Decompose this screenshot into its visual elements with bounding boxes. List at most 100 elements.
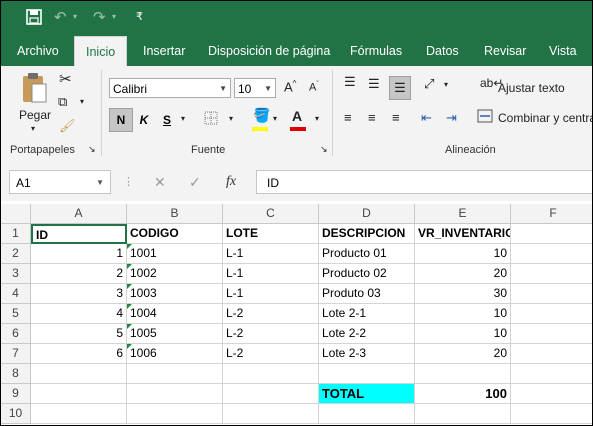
cell-f10[interactable] — [511, 404, 592, 424]
row-header[interactable]: 9 — [1, 384, 31, 404]
customize-toolbar-icon[interactable]: ₹ — [136, 10, 143, 23]
font-name-combo[interactable]: Calibri ▼ — [109, 78, 231, 98]
paste-dropdown-icon[interactable]: ▾ — [31, 124, 35, 133]
copy-icon[interactable]: ⧉ — [58, 94, 67, 110]
cell-b8[interactable] — [127, 364, 223, 384]
cell-a3[interactable]: 2 — [31, 264, 127, 284]
select-all-corner[interactable] — [1, 204, 31, 224]
underline-dropdown-icon[interactable]: ▾ — [181, 114, 185, 123]
cell-d8[interactable] — [319, 364, 415, 384]
decrease-indent-icon[interactable]: ⇤ — [421, 110, 432, 126]
undo-icon[interactable]: ↶ — [54, 8, 67, 26]
wrap-text-button[interactable]: Ajustar texto — [498, 81, 565, 95]
align-top-icon[interactable]: ☰ — [344, 74, 356, 90]
cell-b3[interactable]: 1002 — [127, 264, 223, 284]
cell-a9[interactable] — [31, 384, 127, 404]
tab-archivo[interactable]: Archivo — [17, 38, 59, 66]
cell-c3[interactable]: L-1 — [223, 264, 319, 284]
fill-color-dropdown-icon[interactable]: ▾ — [273, 114, 277, 123]
cell-a4[interactable]: 3 — [31, 284, 127, 304]
cell-e4[interactable]: 30 — [415, 284, 511, 304]
cell-c7[interactable]: L-2 — [223, 344, 319, 364]
cell-b9[interactable] — [127, 384, 223, 404]
cell-c1[interactable]: LOTE — [223, 224, 319, 244]
cell-e6[interactable]: 10 — [415, 324, 511, 344]
orientation-icon[interactable]: ⤢ — [424, 76, 434, 92]
cell-f7[interactable] — [511, 344, 592, 364]
tab-insertar[interactable]: Insertar — [143, 38, 185, 66]
cell-d10[interactable] — [319, 404, 415, 424]
cell-e8[interactable] — [415, 364, 511, 384]
cell-d6[interactable]: Lote 2-2 — [319, 324, 415, 344]
cell-c2[interactable]: L-1 — [223, 244, 319, 264]
paste-icon[interactable] — [21, 72, 49, 109]
cell-b2[interactable]: 1001 — [127, 244, 223, 264]
clipboard-launcher-icon[interactable]: ↘ — [88, 144, 96, 155]
bold-button[interactable]: N — [109, 108, 133, 132]
row-header[interactable]: 7 — [1, 344, 31, 364]
cell-b6[interactable]: 1005 — [127, 324, 223, 344]
cell-a7[interactable]: 6 — [31, 344, 127, 364]
align-bottom-icon[interactable]: ☰ — [389, 76, 411, 100]
cell-d5[interactable]: Lote 2-1 — [319, 304, 415, 324]
row-header[interactable]: 2 — [1, 244, 31, 264]
row-header[interactable]: 6 — [1, 324, 31, 344]
cancel-icon[interactable]: ✕ — [154, 170, 166, 194]
row-header[interactable]: 4 — [1, 284, 31, 304]
cell-e3[interactable]: 20 — [415, 264, 511, 284]
tab-revisar[interactable]: Revisar — [484, 38, 526, 66]
format-painter-icon[interactable]: 🖌 — [59, 118, 76, 134]
undo-dropdown-icon[interactable]: ▾ — [73, 12, 77, 21]
cell-d3[interactable]: Producto 02 — [319, 264, 415, 284]
font-size-combo[interactable]: 10 ▼ — [234, 78, 276, 98]
grow-font-icon[interactable]: A^ — [284, 79, 296, 94]
cell-e7[interactable]: 20 — [415, 344, 511, 364]
cell-b4[interactable]: 1003 — [127, 284, 223, 304]
paste-button[interactable]: Pegar — [19, 108, 51, 122]
cell-a10[interactable] — [31, 404, 127, 424]
cell-e1[interactable]: VR_INVENTARIO — [415, 224, 511, 244]
tab-vista[interactable]: Vista — [549, 38, 577, 66]
cell-a5[interactable]: 4 — [31, 304, 127, 324]
redo-dropdown-icon[interactable]: ▾ — [112, 12, 116, 21]
merge-center-button[interactable]: Combinar y centrar — [498, 111, 592, 125]
align-left-icon[interactable]: ≡ — [344, 110, 352, 125]
borders-icon[interactable] — [204, 111, 218, 128]
underline-button[interactable]: S — [156, 109, 178, 131]
cell-d9[interactable]: TOTAL — [319, 384, 415, 404]
cell-a6[interactable]: 5 — [31, 324, 127, 344]
cell-e9[interactable]: 100 — [415, 384, 511, 404]
align-center-icon[interactable]: ≡ — [368, 110, 376, 125]
column-header-e[interactable]: E — [415, 204, 511, 224]
insert-function-icon[interactable]: fx — [226, 170, 236, 194]
tab-inicio[interactable]: Inicio — [74, 36, 128, 66]
cell-d1[interactable]: DESCRIPCION — [319, 224, 415, 244]
formula-input[interactable]: ID — [256, 170, 592, 194]
cell-e5[interactable]: 10 — [415, 304, 511, 324]
tab-disposicion[interactable]: Disposición de página — [208, 38, 330, 66]
cell-e2[interactable]: 10 — [415, 244, 511, 264]
cell-c6[interactable]: L-2 — [223, 324, 319, 344]
column-header-c[interactable]: C — [223, 204, 319, 224]
cell-f5[interactable] — [511, 304, 592, 324]
cell-b7[interactable]: 1006 — [127, 344, 223, 364]
italic-button[interactable]: K — [133, 109, 155, 131]
cell-b1[interactable]: CODIGO — [127, 224, 223, 244]
cell-b10[interactable] — [127, 404, 223, 424]
cut-icon[interactable]: ✂ — [59, 70, 72, 88]
name-box[interactable]: A1 ▼ — [9, 170, 111, 194]
cell-c5[interactable]: L-2 — [223, 304, 319, 324]
cell-e10[interactable] — [415, 404, 511, 424]
align-middle-icon[interactable]: ☰ — [368, 76, 380, 92]
cell-f1[interactable] — [511, 224, 592, 244]
cell-f8[interactable] — [511, 364, 592, 384]
column-header-d[interactable]: D — [319, 204, 415, 224]
cell-a8[interactable] — [31, 364, 127, 384]
align-right-icon[interactable]: ≡ — [392, 110, 400, 125]
cell-f2[interactable] — [511, 244, 592, 264]
cell-a1[interactable]: ID — [31, 224, 127, 244]
cell-c4[interactable]: L-1 — [223, 284, 319, 304]
increase-indent-icon[interactable]: ⇥ — [446, 110, 457, 126]
cell-f6[interactable] — [511, 324, 592, 344]
fill-color-icon[interactable]: 🪣 — [253, 107, 270, 124]
